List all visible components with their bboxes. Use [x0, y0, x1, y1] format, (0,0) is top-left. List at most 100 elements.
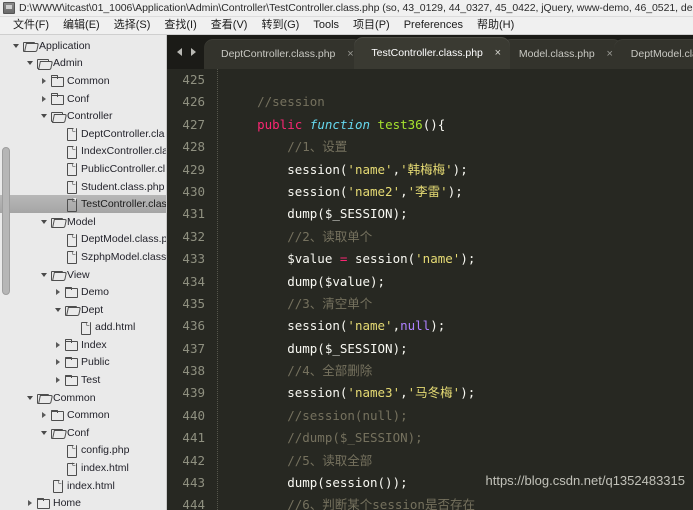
menu-item-3[interactable]: 查找(I)	[157, 17, 203, 34]
tree-item-index[interactable]: Index	[0, 336, 166, 354]
chevron-right-icon[interactable]	[38, 412, 50, 419]
tree-item-application[interactable]: Application	[0, 37, 166, 55]
tree-item-demo[interactable]: Demo	[0, 283, 166, 301]
tab-next-arrow-icon[interactable]	[186, 44, 200, 60]
menu-item-8[interactable]: Preferences	[397, 17, 470, 34]
tree-item-index-html[interactable]: index.html	[0, 477, 166, 495]
code-token-com: //1、设置	[227, 139, 348, 155]
tree-root: Application Admin Common Conf Controller Dept…	[0, 35, 166, 510]
sidebar-file-tree[interactable]: Application Admin Common Conf Controller Dept…	[0, 35, 167, 510]
tree-item-conf[interactable]: Conf	[0, 424, 166, 442]
menu-item-4[interactable]: 查看(V)	[204, 17, 255, 34]
line-number: 426	[182, 94, 205, 110]
tree-item-controller[interactable]: Controller	[0, 107, 166, 125]
file-icon	[50, 479, 64, 494]
code-line[interactable]: //5、读取全部	[227, 450, 693, 472]
chevron-down-icon[interactable]	[38, 272, 50, 277]
tree-item-view[interactable]: View	[0, 266, 166, 284]
chevron-right-icon[interactable]	[52, 359, 64, 366]
tree-item-student-class-php[interactable]: Student.class.php	[0, 178, 166, 196]
chevron-right-icon[interactable]	[52, 377, 64, 384]
code-token-pl: ,	[400, 385, 408, 401]
file-icon	[64, 145, 78, 159]
editor-tab-3[interactable]: DeptModel.cla	[613, 39, 693, 69]
menu-item-1[interactable]: 编辑(E)	[56, 17, 107, 34]
tab-prev-arrow-icon[interactable]	[172, 44, 186, 60]
code-line[interactable]: //1、设置	[227, 136, 693, 158]
code-token-pl: dump($_SESSION);	[227, 340, 408, 356]
menu-item-0[interactable]: 文件(F)	[6, 17, 56, 34]
menu-item-9[interactable]: 帮助(H)	[470, 17, 521, 34]
chevron-down-icon[interactable]	[10, 43, 22, 48]
code-line[interactable]: dump(session());	[227, 472, 693, 494]
tree-item-index-html[interactable]: index.html	[0, 459, 166, 477]
tree-item-testcontroller-clas[interactable]: TestController.clas	[0, 195, 166, 213]
tree-item-common[interactable]: Common	[0, 406, 166, 424]
menu-item-5[interactable]: 转到(G)	[254, 17, 306, 34]
tree-item-test[interactable]: Test	[0, 371, 166, 389]
tree-item-deptcontroller-cla[interactable]: DeptController.cla	[0, 125, 166, 143]
chevron-right-icon[interactable]	[52, 341, 64, 348]
editor-tab-0[interactable]: DeptController.class.php ×	[204, 39, 363, 69]
chevron-down-icon[interactable]	[24, 61, 36, 66]
tree-item-config-php[interactable]: config.php	[0, 442, 166, 460]
tree-item-szphpmodel-class-[interactable]: SzphpModel.class.	[0, 248, 166, 266]
editor-tab-label: TestController.class.php	[371, 47, 483, 59]
code-editor[interactable]: 425 426 427 428 429 430 431 432 433 434 435 436 437 4…	[167, 69, 693, 510]
tree-item-label: Demo	[81, 286, 110, 299]
code-line[interactable]: //2、读取单个	[227, 226, 693, 248]
code-line[interactable]: session('name','韩梅梅');	[227, 159, 693, 181]
code-line[interactable]: //session	[227, 91, 693, 113]
code-line[interactable]: //4、全部删除	[227, 360, 693, 382]
tree-item-publiccontroller-cl[interactable]: PublicController.cl	[0, 160, 166, 178]
code-content[interactable]: //session public function test36(){ //1、…	[227, 69, 693, 510]
tree-item-conf[interactable]: Conf	[0, 90, 166, 108]
tree-item-admin[interactable]: Admin	[0, 55, 166, 73]
tree-item-label: Controller	[67, 110, 113, 123]
code-fold-column[interactable]	[213, 69, 227, 510]
code-line[interactable]: //session(null);	[227, 405, 693, 427]
code-token-str: '李雷'	[407, 183, 448, 199]
code-line[interactable]: session('name2','李雷');	[227, 181, 693, 203]
code-line[interactable]: dump($_SESSION);	[227, 203, 693, 225]
chevron-right-icon[interactable]	[38, 95, 50, 102]
tree-item-deptmodel-class-p[interactable]: DeptModel.class.p	[0, 231, 166, 249]
chevron-right-icon[interactable]	[24, 500, 36, 507]
code-line[interactable]: //3、清空单个	[227, 293, 693, 315]
chevron-down-icon[interactable]	[24, 395, 36, 400]
chevron-down-icon[interactable]	[38, 430, 50, 435]
sidebar-scrollbar-thumb[interactable]	[2, 147, 10, 295]
editor-tab-2[interactable]: Model.class.php ×	[501, 39, 622, 69]
code-line[interactable]: dump($value);	[227, 271, 693, 293]
code-line[interactable]: $value = session('name');	[227, 248, 693, 270]
line-number: 427	[182, 116, 205, 132]
tree-item-common[interactable]: Common	[0, 72, 166, 90]
chevron-down-icon[interactable]	[52, 307, 64, 312]
chevron-right-icon[interactable]	[52, 289, 64, 296]
chevron-right-icon[interactable]	[38, 77, 50, 84]
sublime-text-window: D:\WWW\itcast\01_1006\Application\Admin\…	[0, 0, 693, 510]
code-line[interactable]	[227, 69, 693, 91]
tree-item-indexcontroller-cla[interactable]: IndexController.cla	[0, 143, 166, 161]
code-token-pl: );	[447, 183, 463, 199]
menu-item-2[interactable]: 选择(S)	[107, 17, 158, 34]
code-line[interactable]: session('name3','马冬梅');	[227, 382, 693, 404]
chevron-down-icon[interactable]	[38, 219, 50, 224]
code-line[interactable]: //dump($_SESSION);	[227, 427, 693, 449]
chevron-down-icon[interactable]	[38, 114, 50, 119]
menu-item-6[interactable]: Tools	[306, 17, 346, 34]
tree-item-model[interactable]: Model	[0, 213, 166, 231]
editor-tab-1[interactable]: TestController.class.php ×	[354, 37, 510, 69]
menu-item-7[interactable]: 项目(P)	[346, 17, 397, 34]
tree-item-dept[interactable]: Dept	[0, 301, 166, 319]
tree-item-common[interactable]: Common	[0, 389, 166, 407]
tab-close-icon[interactable]: ×	[491, 47, 505, 59]
tree-item-add-html[interactable]: add.html	[0, 319, 166, 337]
code-line[interactable]: dump($_SESSION);	[227, 338, 693, 360]
code-line[interactable]: session('name',null);	[227, 315, 693, 337]
code-line[interactable]: //6、判断某个session是否存在	[227, 494, 693, 510]
code-token-pl: ,	[400, 183, 408, 199]
tree-item-home[interactable]: Home	[0, 494, 166, 510]
tree-item-public[interactable]: Public	[0, 354, 166, 372]
code-line[interactable]: public function test36(){	[227, 114, 693, 136]
